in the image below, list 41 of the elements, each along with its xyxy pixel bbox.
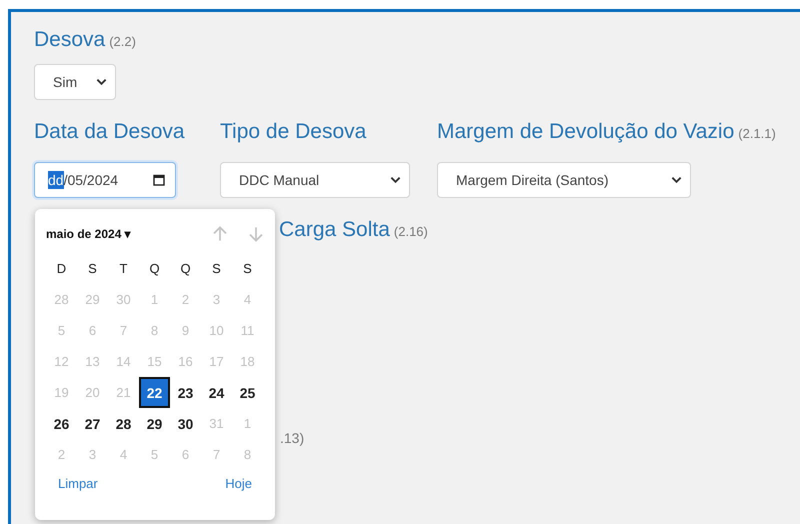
- chevron-down-icon: [671, 176, 682, 184]
- dropdown-value: Margem Direita (Santos): [456, 172, 608, 188]
- calendar-day[interactable]: 29: [139, 408, 170, 439]
- field-label: Desova: [34, 28, 106, 51]
- dropdown-value: DDC Manual: [239, 172, 320, 188]
- chevron-down-icon: [96, 78, 107, 86]
- date-segment[interactable]: dd: [48, 171, 64, 189]
- arrow-up-icon[interactable]: [212, 225, 228, 243]
- dropdown[interactable]: Margem Direita (Santos): [437, 162, 691, 198]
- weekday-label: S: [242, 260, 253, 278]
- calendar-icon[interactable]: [153, 174, 165, 186]
- field-label: Margem de Devolução do Vazio: [437, 120, 734, 143]
- section-code: (2.16): [394, 224, 428, 239]
- calendar-day[interactable]: 22: [139, 377, 170, 408]
- month-picker[interactable]: maio de 2024 ▾: [46, 227, 131, 241]
- calendar-day[interactable]: 25: [232, 377, 263, 408]
- calendar-day[interactable]: 30: [170, 408, 201, 439]
- field-label: Data da Desova: [34, 120, 185, 143]
- clear-link[interactable]: Limpar: [58, 476, 98, 491]
- calendar-day[interactable]: 24: [201, 377, 232, 408]
- arrow-down-icon[interactable]: [248, 225, 264, 243]
- weekday-label: T: [118, 260, 128, 278]
- field-label: Carga Solta: [279, 218, 390, 241]
- today-link[interactable]: Hoje: [225, 476, 252, 491]
- weekday-label: D: [56, 260, 68, 278]
- dropdown[interactable]: DDC Manual: [220, 162, 410, 198]
- weekday-label: S: [87, 260, 98, 278]
- weekday-label: S: [211, 260, 222, 278]
- weekday-label: Q: [148, 260, 161, 278]
- section-code: .13): [280, 430, 306, 446]
- weekday-label: Q: [179, 260, 192, 278]
- dropdown-value: Sim: [53, 74, 78, 90]
- calendar-day[interactable]: 23: [170, 377, 201, 408]
- calendar-day[interactable]: 26: [46, 408, 77, 439]
- chevron-down-icon: [390, 176, 401, 184]
- field-label: Tipo de Desova: [220, 120, 366, 143]
- dropdown[interactable]: Sim: [34, 64, 116, 100]
- section-code: (2.1.1): [738, 126, 776, 141]
- section-code: (2.2): [109, 34, 136, 49]
- calendar-day[interactable]: 28: [108, 408, 139, 439]
- calendar-day[interactable]: 27: [77, 408, 108, 439]
